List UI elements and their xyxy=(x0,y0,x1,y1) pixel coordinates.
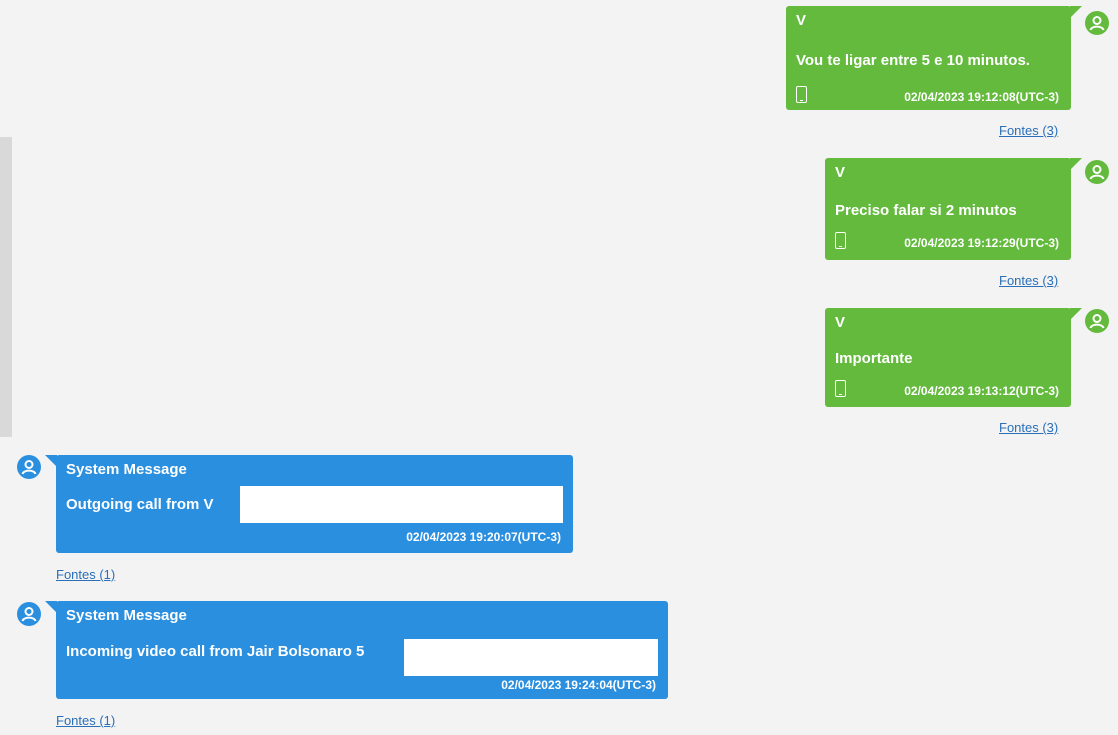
sender-name: System Message xyxy=(66,607,187,624)
message-timestamp: 02/04/2023 19:12:29(UTC-3) xyxy=(904,236,1059,250)
phone-icon xyxy=(796,86,807,103)
sender-name: V xyxy=(835,164,846,181)
sources-link[interactable]: Fontes (1) xyxy=(56,713,115,728)
user-avatar-icon xyxy=(1085,11,1109,35)
user-avatar-icon xyxy=(1085,309,1109,333)
message-text: Importante xyxy=(835,350,913,367)
sender-name: System Message xyxy=(66,461,187,478)
phone-icon xyxy=(835,380,846,397)
message-bubble: System Message Outgoing call from V 02/0… xyxy=(56,455,573,553)
panel-edge xyxy=(0,0,12,137)
message-text: Outgoing call from V xyxy=(66,496,214,513)
redaction-box xyxy=(240,486,563,523)
sources-link[interactable]: Fontes (3) xyxy=(999,273,1058,288)
redaction-box xyxy=(404,639,658,676)
sender-name: V xyxy=(835,314,846,331)
message-timestamp: 02/04/2023 19:20:07(UTC-3) xyxy=(406,530,561,544)
sources-link[interactable]: Fontes (3) xyxy=(999,420,1058,435)
sources-link[interactable]: Fontes (1) xyxy=(56,567,115,582)
sender-name: V xyxy=(796,12,807,29)
message-text: Vou te ligar entre 5 e 10 minutos. xyxy=(796,52,1030,69)
message-text: Incoming video call from Jair Bolsonaro … xyxy=(66,643,365,660)
user-avatar-icon xyxy=(1085,160,1109,184)
bubble-tail xyxy=(1070,6,1082,18)
sources-link[interactable]: Fontes (3) xyxy=(999,123,1058,138)
user-avatar-icon xyxy=(17,602,41,626)
message-timestamp: 02/04/2023 19:13:12(UTC-3) xyxy=(904,384,1059,398)
panel-divider xyxy=(0,137,12,437)
bubble-tail xyxy=(1070,308,1082,320)
message-bubble: System Message Incoming video call from … xyxy=(56,601,668,699)
message-text: Preciso falar si 2 minutos xyxy=(835,202,1017,219)
message-timestamp: 02/04/2023 19:12:08(UTC-3) xyxy=(904,90,1059,104)
bubble-tail xyxy=(1070,158,1082,170)
phone-icon xyxy=(835,232,846,249)
message-bubble: V Vou te ligar entre 5 e 10 minutos. 02/… xyxy=(786,6,1071,110)
message-bubble: V Preciso falar si 2 minutos 02/04/2023 … xyxy=(825,158,1071,260)
message-bubble: V Importante 02/04/2023 19:13:12(UTC-3) xyxy=(825,308,1071,407)
user-avatar-icon xyxy=(17,455,41,479)
message-timestamp: 02/04/2023 19:24:04(UTC-3) xyxy=(501,678,656,692)
